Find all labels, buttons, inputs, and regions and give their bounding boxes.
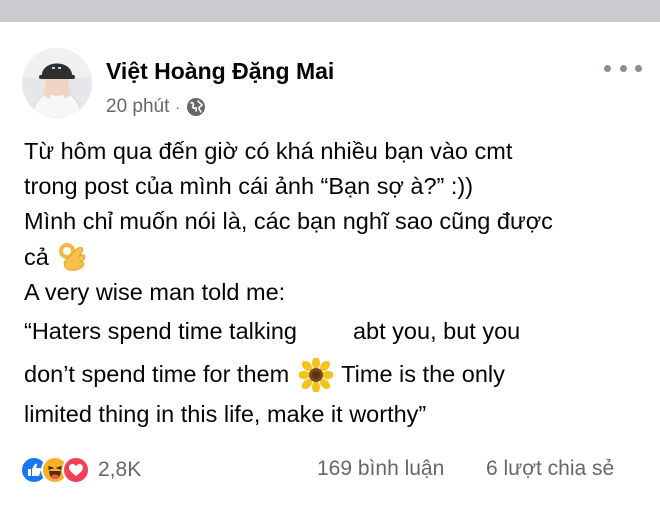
thumbs-up-glyph xyxy=(28,463,42,476)
sunflower-icon xyxy=(299,357,334,392)
comments-count-link[interactable]: 169 bình luận xyxy=(317,457,444,481)
globe-icon[interactable] xyxy=(186,97,206,117)
post-line: Từ hôm qua đến giờ có khá nhiều bạn vào … xyxy=(24,134,644,169)
author-name[interactable]: Việt Hoàng Đặng Mai xyxy=(106,58,334,85)
post-line: limited thing in this life, make it wort… xyxy=(24,397,644,432)
post-line: A very wise man told me: xyxy=(24,275,644,310)
reaction-count: 2,8K xyxy=(98,458,142,481)
ok-hand-icon xyxy=(58,243,86,271)
post-line: Mình chỉ muốn nói là, các bạn nghĩ sao c… xyxy=(24,204,644,239)
post-line-text: Mình chỉ muốn nói là, các bạn nghĩ sao c… xyxy=(24,208,553,234)
avatar[interactable] xyxy=(22,48,92,118)
more-options-icon[interactable] xyxy=(604,58,642,78)
more-dot xyxy=(619,64,627,72)
avatar-photo xyxy=(22,48,92,118)
post-body: Từ hôm qua đến giờ có khá nhiều bạn vào … xyxy=(24,134,644,432)
more-dot xyxy=(635,64,642,72)
reactions-summary[interactable]: 2,8K xyxy=(20,454,141,486)
love-icon xyxy=(62,456,90,484)
post-line: trong post của mình cái ảnh “Bạn sợ à?” … xyxy=(24,169,644,204)
more-dot xyxy=(604,64,611,72)
post-card: Việt Hoàng Đặng Mai 20 phút · Từ hôm qua… xyxy=(0,22,660,512)
post-line-text: A very wise man told me: xyxy=(24,279,286,305)
post-line-text: don’t spend time for them xyxy=(24,361,290,387)
feed-top-divider xyxy=(0,0,660,22)
post-line-text: cả xyxy=(24,243,49,270)
meta-separator: · xyxy=(175,99,181,115)
post-timestamp[interactable]: 20 phút xyxy=(106,96,169,118)
post-line-text: “Haters spend time talking xyxy=(24,317,297,344)
post-line: cả xyxy=(24,239,644,275)
post-line-text: Từ hôm qua đến giờ có khá nhiều bạn vào … xyxy=(24,138,513,164)
post-line: “Haters spend time talking abt you, but … xyxy=(24,310,644,352)
post-line-text: abt you, but you xyxy=(352,317,521,344)
post-line-text: limited thing in this life, make it wort… xyxy=(24,401,427,427)
post-line-text: trong post của mình cái ảnh “Bạn sợ à?” … xyxy=(24,173,474,199)
post-line: don’t spend time for them Time is the on… xyxy=(24,352,644,397)
post-line-text: Time is the only xyxy=(341,361,505,387)
post-footer: 2,8K 169 bình luận 6 lượt chia sẻ xyxy=(0,450,660,490)
shares-count-link[interactable]: 6 lượt chia sẻ xyxy=(486,457,614,481)
post-meta: 20 phút · xyxy=(106,95,206,119)
heart-glyph xyxy=(69,464,83,476)
